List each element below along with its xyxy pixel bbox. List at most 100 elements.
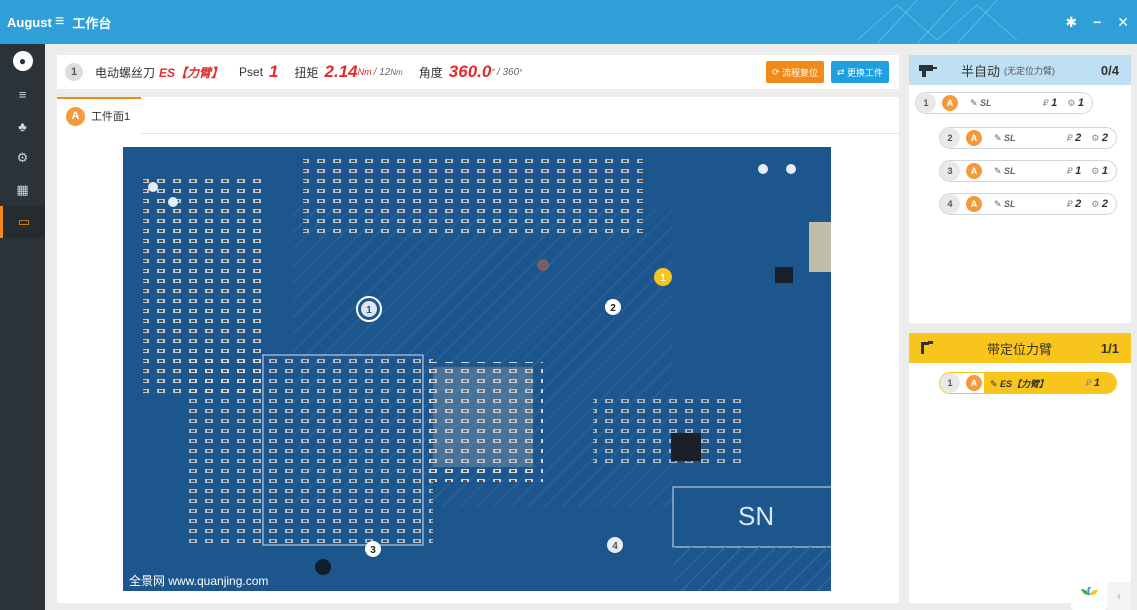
torque-label: 扭矩: [294, 65, 319, 80]
count-value: ⚙ 1: [1091, 165, 1108, 177]
monitor-icon: ▭: [17, 214, 31, 229]
face-letter-badge: A: [966, 196, 982, 212]
screw-marker-3[interactable]: 3: [365, 541, 381, 557]
brand-name: August: [7, 14, 52, 30]
count-value: ⚙ 2: [1091, 198, 1108, 210]
pcb-board-image: SN 1 1 2 3 4: [123, 147, 831, 591]
tool-name: ✎ SL: [994, 198, 1016, 209]
step-number: 1: [65, 63, 83, 81]
tool-name: ✎ SL: [994, 132, 1016, 143]
angle-label: 角度: [418, 65, 443, 80]
semi-auto-header: 半自动 (无定位力臂) 0/4: [909, 55, 1131, 85]
screw-marker-4[interactable]: 4: [607, 537, 623, 553]
semi-auto-panel: 半自动 (无定位力臂) 0/4 1 A ✎ SL ₽ 1 ⚙ 1 2 A ✎ S…: [909, 55, 1131, 323]
semi-auto-title: 半自动: [961, 63, 1001, 79]
angle-unit: °: [491, 67, 495, 77]
row-number: 3: [940, 161, 960, 181]
list-item[interactable]: 4 A ✎ SL ₽ 2 ⚙ 2: [939, 193, 1117, 215]
svg-text:SN: SN: [738, 501, 774, 531]
swap-workpiece-label: 更换工件: [847, 67, 884, 78]
tab-label: 工件面1: [91, 111, 131, 123]
image-watermark: 全景网 www.quanjing.com: [129, 574, 269, 588]
workpiece-panel: A 工件面1 SN 1 1 2 3 4 全景网 www.quanjing.com: [57, 97, 899, 603]
pset-value: ₽ 2: [1066, 198, 1082, 210]
tool-name: ES【力臂】: [159, 65, 224, 80]
minimize-icon[interactable]: −: [1093, 14, 1101, 30]
row-number: 2: [940, 128, 960, 148]
positioned-arm-header: 带定位力臂 1/1: [909, 333, 1131, 363]
list-item[interactable]: 1 A ✎ SL ₽ 1 ⚙ 1: [915, 92, 1093, 114]
pset-value: 1: [269, 62, 279, 81]
leaf-logo-icon: [1081, 587, 1098, 605]
sliders-icon: ≡: [18, 86, 27, 102]
operation-header: 1 电动螺丝刀 ES【力臂】 Pset 1 扭矩 2.14 Nm / 12 Nm…: [57, 55, 899, 89]
user-icon: ●: [12, 51, 33, 71]
semi-auto-subtitle: (无定位力臂): [1004, 65, 1056, 76]
tool-label: 电动螺丝刀: [95, 65, 156, 80]
sidebar-item-users[interactable]: ♣: [0, 110, 45, 142]
sidebar-item-sliders[interactable]: ≡: [0, 78, 45, 110]
list-item[interactable]: 2 A ✎ SL ₽ 2 ⚙ 2: [939, 127, 1117, 149]
sidebar-item-grid[interactable]: ▦: [0, 174, 45, 206]
tool-name: ✎ SL: [970, 97, 992, 108]
active-row-highlight: ✎ ES【力臂】 ₽ 1: [984, 373, 1116, 393]
sidebar-item-user[interactable]: ●: [0, 44, 45, 78]
angle-max-unit: °: [519, 67, 523, 77]
workpiece-image: SN 1 1 2 3 4 全景网 www.quanjing.com: [123, 147, 831, 591]
reset-flow-label: 流程复位: [782, 67, 819, 78]
top-bar: August ≡ 工作台 ✱ − ✕: [0, 0, 1137, 44]
torque-max: / 12: [373, 66, 391, 78]
screw-marker-2[interactable]: 2: [605, 299, 621, 315]
list-item[interactable]: 1 A ✎ ES【力臂】 ₽ 1: [939, 372, 1117, 394]
pset-label: Pset: [239, 65, 264, 79]
menu-toggle-icon[interactable]: ≡: [55, 13, 64, 31]
torque-arm-icon: [921, 341, 933, 354]
face-letter-badge: A: [942, 95, 958, 111]
share-icon: ⚙: [16, 150, 29, 165]
count-value: ⚙ 1: [1067, 97, 1084, 109]
pset-value: ₽ 1: [1085, 377, 1100, 389]
swap-icon: ⇄: [837, 66, 848, 77]
sidebar-item-share[interactable]: ⚙: [0, 142, 45, 174]
torque-max-unit: Nm: [390, 67, 403, 77]
screw-marker-1-active[interactable]: 1: [654, 268, 672, 286]
svg-text:1: 1: [660, 273, 666, 284]
screwdriver-gun-icon: [919, 65, 937, 77]
semi-auto-count: 0/4: [1100, 62, 1119, 78]
sidebar-item-monitor[interactable]: ▭: [0, 206, 45, 238]
pset-value: ₽ 1: [1042, 97, 1058, 109]
page-title: 工作台: [72, 15, 112, 31]
angle-value: 360.0: [448, 62, 492, 81]
pset-value: ₽ 1: [1066, 165, 1082, 177]
torque-value: 2.14: [324, 62, 358, 81]
svg-text:1: 1: [366, 305, 372, 316]
svg-text:3: 3: [370, 545, 376, 556]
swap-workpiece-button[interactable]: ⇄ 更换工件: [831, 61, 890, 83]
pset-value: ₽ 2: [1066, 132, 1082, 144]
row-number: 1: [940, 373, 960, 393]
tab-divider: [141, 133, 899, 134]
users-icon: ♣: [18, 118, 27, 134]
collapse-chevron-icon[interactable]: ‹: [1107, 582, 1131, 610]
assistant-button[interactable]: [1071, 582, 1107, 610]
refresh-icon: ⟳: [772, 66, 783, 77]
svg-text:4: 4: [612, 541, 618, 552]
tool-name: ✎ SL: [994, 165, 1016, 176]
face-letter-badge: A: [966, 375, 982, 391]
face-letter-badge: A: [966, 163, 982, 179]
angle-max: / 360: [496, 66, 520, 78]
tab-workpiece-face[interactable]: A 工件面1: [57, 97, 141, 133]
count-value: ⚙ 2: [1091, 132, 1108, 144]
grid-icon: ▦: [16, 182, 29, 197]
close-icon[interactable]: ✕: [1117, 14, 1129, 31]
positioned-arm-panel: 带定位力臂 1/1 1 A ✎ ES【力臂】 ₽ 1: [909, 333, 1131, 603]
svg-text:2: 2: [610, 303, 616, 314]
row-number: 4: [940, 194, 960, 214]
settings-icon[interactable]: ✱: [1065, 14, 1077, 31]
sidebar: ● ≡ ♣ ⚙ ▦ ▭: [0, 44, 45, 610]
list-item[interactable]: 3 A ✎ SL ₽ 1 ⚙ 1: [939, 160, 1117, 182]
positioned-arm-count: 1/1: [1100, 340, 1119, 356]
face-letter-badge: A: [966, 130, 982, 146]
reset-flow-button[interactable]: ⟳ 流程复位: [766, 61, 825, 83]
header-decoration-icon: [857, 0, 1018, 44]
